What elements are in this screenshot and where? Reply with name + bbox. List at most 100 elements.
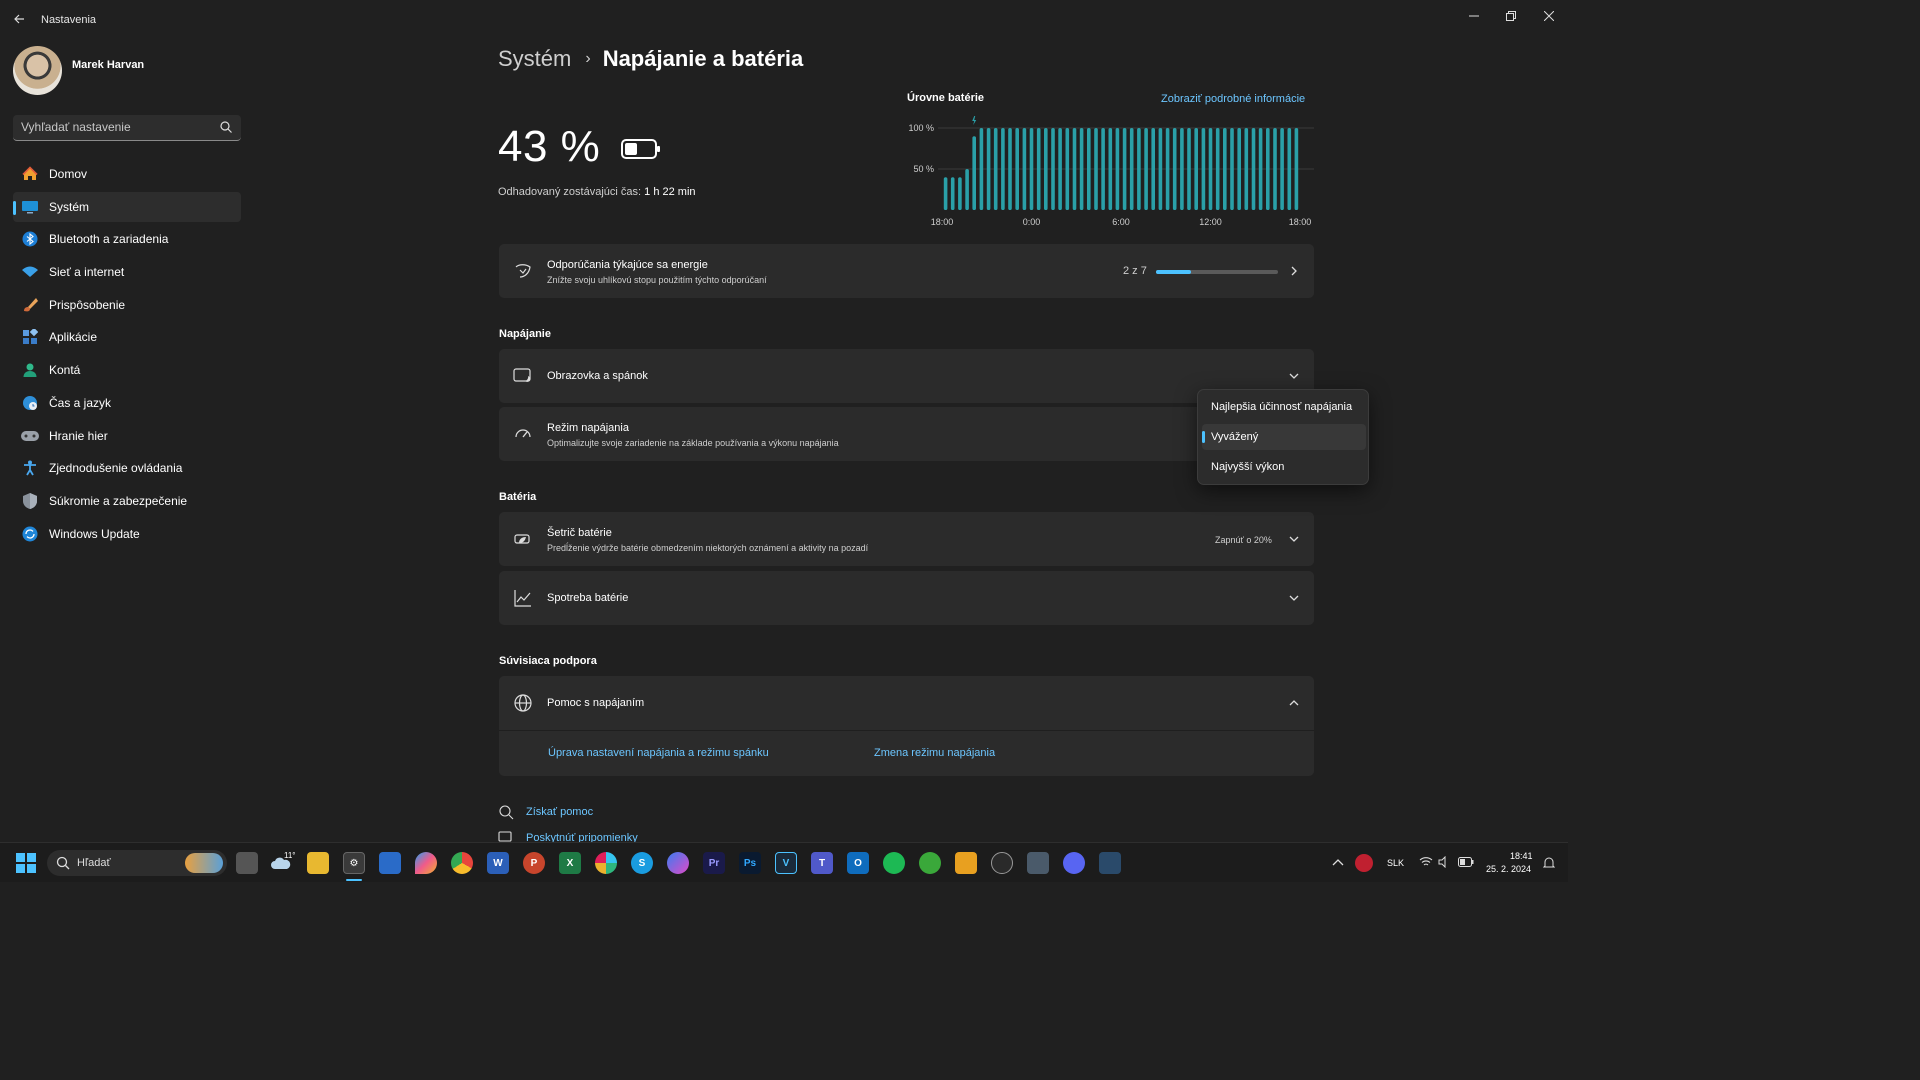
power-mode-option-performance[interactable]: Najvyšší výkon — [1202, 454, 1366, 480]
chart-bar[interactable] — [1122, 128, 1127, 210]
task-manager-icon[interactable] — [1099, 852, 1121, 874]
battery-usage-card[interactable]: Spotreba batérie — [499, 571, 1314, 625]
sidebar-item-privacy[interactable]: Súkromie a zabezpečenie — [13, 486, 241, 516]
chart-bar[interactable] — [943, 177, 948, 210]
powerpoint-icon[interactable]: P — [523, 852, 545, 874]
search-input[interactable] — [21, 120, 211, 134]
tray-app-icon[interactable] — [1355, 854, 1373, 872]
visual-studio-icon[interactable]: V — [775, 852, 797, 874]
chart-bar[interactable] — [1251, 128, 1256, 210]
chart-bar[interactable] — [1015, 128, 1019, 210]
chart-bar[interactable] — [1223, 128, 1227, 210]
discord-icon[interactable] — [1063, 852, 1085, 874]
chart-bar[interactable] — [1187, 128, 1191, 210]
premiere-icon[interactable]: Pr — [703, 852, 725, 874]
chart-bar[interactable] — [1108, 128, 1113, 210]
chart-bar[interactable] — [1079, 128, 1084, 210]
chart-bar[interactable] — [1230, 128, 1234, 210]
task-view-icon[interactable] — [236, 852, 258, 874]
chart-bar[interactable] — [1101, 128, 1105, 210]
chart-bar[interactable] — [958, 177, 962, 210]
chart-bar[interactable] — [1036, 128, 1041, 210]
chart-bar[interactable] — [950, 177, 955, 210]
chart-bar[interactable] — [1158, 128, 1163, 210]
avatar[interactable] — [13, 46, 62, 95]
maximize-button[interactable] — [1495, 6, 1527, 26]
chart-bar[interactable] — [986, 128, 991, 210]
sidebar-item-time-language[interactable]: Čas a jazyk — [13, 388, 241, 418]
paint-icon[interactable] — [415, 852, 437, 874]
photoshop-icon[interactable]: Ps — [739, 852, 761, 874]
sidebar-item-home[interactable]: Domov — [13, 159, 241, 189]
store-icon[interactable] — [379, 852, 401, 874]
power-help-header[interactable]: Pomoc s napájaním — [499, 676, 1314, 730]
slack-icon[interactable] — [595, 852, 617, 874]
clock-date[interactable]: 25. 2. 2024 — [1486, 864, 1531, 874]
chart-bar[interactable] — [972, 136, 976, 210]
chart-bar[interactable] — [1237, 128, 1241, 210]
power-mode-option-balanced[interactable]: Vyvážený — [1202, 424, 1366, 450]
chart-bar[interactable] — [965, 169, 969, 210]
chart-bar[interactable] — [1258, 128, 1263, 210]
battery-saver-card[interactable]: Šetrič batérie Predĺženie výdrže batérie… — [499, 512, 1314, 566]
windows-start-icon[interactable] — [16, 853, 36, 873]
change-power-mode-link[interactable]: Zmena režimu napájania — [874, 747, 995, 759]
sidebar-item-personalization[interactable]: Prispôsobenie — [13, 290, 241, 320]
layers-icon[interactable] — [955, 852, 977, 874]
obs-icon[interactable] — [991, 852, 1013, 874]
settings-icon[interactable]: ⚙ — [343, 852, 365, 874]
chart-bar[interactable] — [1001, 128, 1005, 210]
chart-bar[interactable] — [1208, 128, 1213, 210]
language-indicator[interactable]: SLK — [1387, 858, 1404, 868]
sidebar-item-gaming[interactable]: Hranie hier — [13, 421, 241, 451]
sidebar-item-bluetooth[interactable]: Bluetooth a zariadenia — [13, 224, 241, 254]
chart-bar[interactable] — [1273, 128, 1277, 210]
chart-bar[interactable] — [1065, 128, 1070, 210]
skype-icon[interactable]: S — [631, 852, 653, 874]
chart-bar[interactable] — [1244, 128, 1249, 210]
volume-icon[interactable] — [1438, 856, 1450, 868]
sidebar-item-accessibility[interactable]: Zjednodušenie ovládania — [13, 453, 241, 483]
sidebar-item-network[interactable]: Sieť a internet — [13, 257, 241, 287]
minimize-button[interactable] — [1458, 6, 1490, 26]
chart-bar[interactable] — [993, 128, 998, 210]
chart-bar[interactable] — [1144, 128, 1148, 210]
chart-bar[interactable] — [1201, 128, 1206, 210]
chart-bar[interactable] — [1129, 128, 1134, 210]
excel-icon[interactable]: X — [559, 852, 581, 874]
chart-bar[interactable] — [1287, 128, 1292, 210]
chart-bar[interactable] — [1172, 128, 1177, 210]
wifi-icon[interactable] — [1419, 856, 1433, 868]
chart-bar[interactable] — [1072, 128, 1077, 210]
chevron-up-icon[interactable] — [1332, 858, 1344, 868]
teams-icon[interactable]: T — [811, 852, 833, 874]
calculator-icon[interactable] — [1027, 852, 1049, 874]
chart-bar[interactable] — [1165, 128, 1170, 210]
chart-bar[interactable] — [1094, 128, 1098, 210]
power-mode-option-efficiency[interactable]: Najlepšia účinnosť napájania — [1202, 394, 1366, 420]
word-icon[interactable]: W — [487, 852, 509, 874]
chart-bar[interactable] — [1022, 128, 1027, 210]
power-sleep-settings-link[interactable]: Úprava nastavení napájania a režimu spán… — [548, 747, 769, 759]
energy-recommendations-card[interactable]: Odporúčania týkajúce sa energie Znížte s… — [499, 244, 1314, 298]
breadcrumb-parent[interactable]: Systém — [498, 46, 571, 72]
taskbar-search[interactable]: Hľadať — [47, 850, 227, 876]
chrome-icon[interactable] — [451, 852, 473, 874]
chart-bar[interactable] — [1029, 128, 1034, 210]
battery-tray-icon[interactable] — [1458, 857, 1474, 867]
screen-sleep-card[interactable]: Obrazovka a spánok — [499, 349, 1314, 403]
xbox-icon[interactable] — [919, 852, 941, 874]
close-button[interactable] — [1533, 6, 1565, 26]
sidebar-item-system[interactable]: Systém — [13, 191, 241, 222]
spotify-icon[interactable] — [883, 852, 905, 874]
sidebar-item-windows-update[interactable]: Windows Update — [13, 519, 241, 549]
back-button[interactable] — [8, 8, 30, 30]
chart-bar[interactable] — [1151, 128, 1155, 210]
notification-bell-icon[interactable] — [1543, 856, 1555, 870]
settings-search-box[interactable] — [13, 115, 241, 141]
chart-bar[interactable] — [1087, 128, 1091, 210]
chart-bar[interactable] — [1280, 128, 1284, 210]
chart-bar[interactable] — [1044, 128, 1048, 210]
clock-time[interactable]: 18:41 — [1510, 851, 1533, 861]
messenger-icon[interactable] — [667, 852, 689, 874]
